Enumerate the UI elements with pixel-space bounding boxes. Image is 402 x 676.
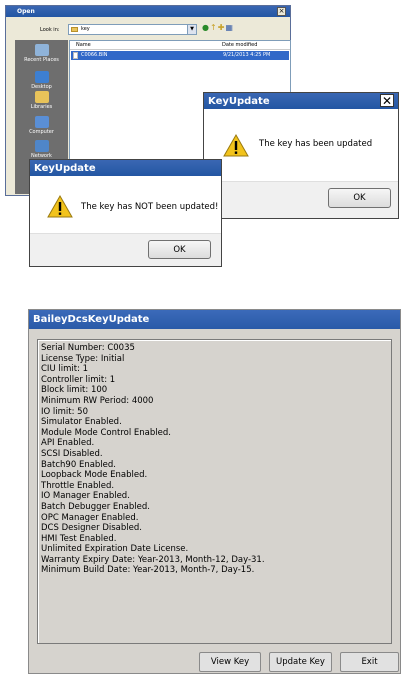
info-line: IO Manager Enabled. xyxy=(41,491,130,502)
keyupdate-success-dialog: KeyUpdate ✕ The key has been updated OK xyxy=(203,92,399,219)
info-line: Batch Debugger Enabled. xyxy=(41,501,150,512)
bailey-key-update-window: BaileyDcsKeyUpdate Serial Number: C0035 … xyxy=(28,309,401,674)
keyupdate-fail-title: KeyUpdate xyxy=(34,162,96,174)
info-line: Loopback Mode Enabled. xyxy=(41,470,148,481)
chevron-down-icon[interactable]: ▼ xyxy=(187,25,196,34)
warning-icon xyxy=(223,134,249,157)
ok-button[interactable]: OK xyxy=(148,240,211,259)
bailey-titlebar: BaileyDcsKeyUpdate xyxy=(29,310,400,329)
info-line: Controller limit: 1 xyxy=(41,374,116,385)
info-line: Batch90 Enabled. xyxy=(41,459,117,470)
info-line: Module Mode Control Enabled. xyxy=(41,427,171,438)
info-line: Warranty Expiry Date: Year-2013, Month-1… xyxy=(41,554,265,565)
file-date: 9/21/2013 4:25 PM xyxy=(223,52,271,58)
place-desktop[interactable]: Desktop xyxy=(15,71,68,90)
column-date-header[interactable]: Date modified xyxy=(222,42,257,48)
desktop-icon xyxy=(34,71,49,83)
file-list-header: Name Date modified xyxy=(70,41,290,50)
place-libraries[interactable]: Libraries xyxy=(15,91,68,110)
file-icon xyxy=(73,52,78,59)
folder-icon xyxy=(71,27,78,32)
info-line: Block limit: 100 xyxy=(41,385,108,396)
info-line: DCS Designer Disabled. xyxy=(41,523,142,534)
look-in-dropdown[interactable]: key ▼ xyxy=(68,24,197,35)
file-name: C0066.BIN xyxy=(81,52,108,58)
info-line: Minimum Build Date: Year-2013, Month-7, … xyxy=(41,565,255,576)
place-recent-places[interactable]: Recent Places xyxy=(15,44,68,63)
success-message: The key has been updated xyxy=(259,139,373,149)
info-line: SCSI Disabled. xyxy=(41,448,103,459)
back-icon[interactable]: ● xyxy=(202,23,210,32)
info-line: Unlimited Expiration Date License. xyxy=(41,544,189,555)
info-line: License Type: Initial xyxy=(41,353,125,364)
fail-message: The key has NOT been updated! xyxy=(81,202,219,212)
view-menu-icon[interactable]: ▦ xyxy=(225,23,234,32)
computer-icon xyxy=(34,116,49,128)
recent-places-icon xyxy=(34,44,49,56)
open-dialog-titlebar: Open xyxy=(6,6,290,17)
look-in-value: key xyxy=(81,26,90,32)
keyupdate-fail-footer: OK xyxy=(30,233,221,266)
keyupdate-fail-dialog: KeyUpdate The key has NOT been updated! … xyxy=(29,159,222,267)
close-button[interactable]: ✕ xyxy=(380,94,394,107)
keyupdate-fail-titlebar: KeyUpdate xyxy=(30,160,221,176)
keyupdate-success-titlebar: KeyUpdate xyxy=(204,93,398,109)
update-key-button[interactable]: Update Key xyxy=(269,652,332,672)
warning-icon xyxy=(47,195,73,218)
open-dialog-title: Open xyxy=(17,8,35,15)
info-line: API Enabled. xyxy=(41,438,95,449)
info-line: OPC Manager Enabled. xyxy=(41,512,139,523)
keyupdate-success-title: KeyUpdate xyxy=(208,95,270,107)
view-key-button[interactable]: View Key xyxy=(199,652,261,672)
libraries-icon xyxy=(34,91,49,103)
info-line: CIU limit: 1 xyxy=(41,364,89,375)
open-dialog-close-button[interactable]: × xyxy=(277,7,286,16)
look-in-label: Look in: xyxy=(40,27,60,33)
ok-button[interactable]: OK xyxy=(328,188,391,208)
place-network[interactable]: Network xyxy=(15,140,68,159)
nav-toolbar: ●↑✚▦ xyxy=(202,23,234,32)
file-row[interactable]: C0066.BIN 9/21/2013 4:25 PM xyxy=(71,51,289,60)
license-info-panel: Serial Number: C0035 License Type: Initi… xyxy=(37,339,392,644)
up-folder-icon[interactable]: ↑ xyxy=(210,23,218,32)
keyupdate-success-footer: OK xyxy=(204,181,398,218)
info-line: Simulator Enabled. xyxy=(41,417,122,428)
network-icon xyxy=(34,140,49,152)
place-computer[interactable]: Computer xyxy=(15,116,68,135)
info-line: Minimum RW Period: 4000 xyxy=(41,395,154,406)
exit-button[interactable]: Exit xyxy=(340,652,399,672)
info-line: Serial Number: C0035 xyxy=(41,343,135,353)
bailey-title: BaileyDcsKeyUpdate xyxy=(33,314,150,325)
info-line: HMI Test Enabled. xyxy=(41,533,117,544)
info-line: Throttle Enabled. xyxy=(41,480,115,491)
column-name-header[interactable]: Name xyxy=(76,42,91,48)
info-line: IO limit: 50 xyxy=(41,406,88,417)
